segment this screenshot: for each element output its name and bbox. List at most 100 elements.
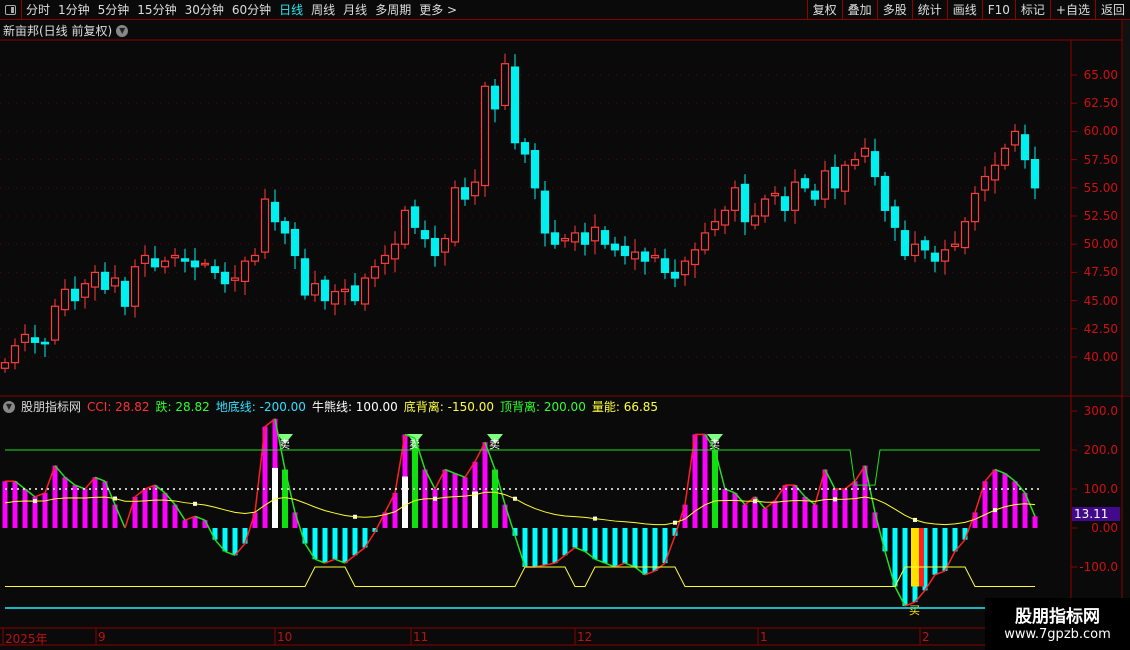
candle	[110, 277, 120, 287]
candle	[190, 260, 200, 268]
candle	[790, 181, 800, 211]
side-panel	[1123, 20, 1130, 396]
candle	[140, 254, 150, 264]
cci-bar	[562, 528, 568, 556]
cci-bar	[832, 489, 838, 528]
time-axis-label: 1	[760, 630, 768, 644]
candle	[440, 237, 450, 253]
candle	[430, 237, 440, 257]
cci-bar	[952, 528, 958, 552]
cci-bar	[12, 481, 18, 528]
watermark-title: 股朋指标网	[1015, 607, 1100, 627]
candle	[620, 245, 630, 257]
cci-bar	[762, 508, 768, 528]
candle	[550, 232, 560, 245]
cci-bar	[92, 477, 98, 528]
cci-bar	[842, 489, 848, 528]
cci-bar	[442, 469, 448, 528]
candle	[300, 258, 310, 296]
candle	[450, 187, 460, 243]
cci-bar	[572, 528, 578, 548]
price-axis-label: 62.50	[1083, 96, 1118, 111]
cci-bar	[1032, 516, 1038, 528]
candle	[0, 362, 10, 369]
cci-bar	[72, 485, 78, 528]
cci-bar	[652, 528, 658, 571]
cci-bar	[192, 516, 198, 528]
price-axis-label: 55.00	[1083, 180, 1118, 195]
cci-bar	[152, 485, 158, 528]
candle	[710, 221, 720, 231]
cci-bar	[552, 528, 558, 564]
cci-bar	[742, 504, 748, 528]
cci-bar	[142, 489, 148, 528]
candle	[980, 175, 990, 191]
candle	[650, 254, 660, 259]
candle	[970, 192, 980, 223]
candle	[640, 251, 650, 262]
candle	[410, 206, 420, 228]
price-axis-label: 65.00	[1083, 68, 1118, 82]
candle	[960, 221, 970, 249]
candle	[840, 164, 850, 192]
candle	[900, 230, 910, 257]
base-line-value: 地底线: -200.00	[215, 400, 306, 414]
candle	[610, 243, 620, 251]
price-axis-label: 50.00	[1083, 237, 1118, 252]
candle	[870, 151, 880, 178]
candle	[150, 258, 160, 268]
candle	[740, 183, 750, 223]
cci-bar	[102, 481, 108, 528]
time-axis-label: 12	[577, 630, 593, 644]
candle	[170, 254, 180, 259]
bull-line-value: 牛熊线: 100.00	[311, 400, 398, 414]
candle	[1000, 147, 1010, 166]
chevron-down-icon[interactable]: ▼	[3, 400, 15, 413]
candle	[990, 164, 1000, 181]
candle	[30, 337, 40, 343]
top-divergence-line	[5, 449, 1040, 486]
energy-value: 量能: 66.85	[591, 400, 659, 414]
cci-bar	[2, 481, 8, 528]
candle	[210, 266, 220, 274]
indicator-axis-label: -100.0	[1079, 560, 1118, 574]
candle	[560, 237, 570, 242]
candle	[940, 249, 950, 262]
indicator-axis-label: 200.0	[1083, 443, 1118, 457]
candle	[590, 226, 600, 242]
price-axis-label: 57.50	[1083, 152, 1118, 167]
candle	[260, 198, 270, 253]
cci-bar	[532, 528, 538, 567]
price-axis-label: 47.50	[1083, 265, 1118, 280]
chart-canvas: 卖卖卖卖买	[0, 20, 1130, 650]
cci-bar	[992, 469, 998, 528]
cci-bar	[62, 477, 68, 528]
candle	[380, 254, 390, 264]
candle	[420, 230, 430, 240]
candle	[510, 66, 520, 144]
candle	[750, 215, 760, 226]
candle	[830, 166, 840, 189]
cci-bar	[42, 492, 48, 528]
indicator-axis-label: 100.0	[1083, 482, 1118, 496]
cci-value: CCI: 28.82	[87, 399, 150, 414]
sell-bar	[412, 438, 418, 528]
time-axis-label: 9	[98, 630, 106, 644]
current-value-tag: 13.11	[1072, 507, 1120, 521]
candle	[370, 266, 380, 279]
cci-bar	[782, 485, 788, 528]
candle	[680, 260, 690, 276]
candle	[180, 258, 190, 262]
cci-bar	[812, 504, 818, 528]
candle	[890, 206, 900, 228]
buy-bar	[919, 528, 924, 587]
cci-bar	[1002, 473, 1008, 528]
white-bar	[402, 476, 408, 528]
candle	[20, 333, 30, 343]
cci-bar	[932, 528, 938, 575]
candle	[360, 277, 370, 305]
sell-label: 卖	[489, 438, 500, 451]
bottom-div-value: 底背离: -150.00	[403, 400, 494, 414]
cci-bar	[52, 465, 58, 528]
time-axis-label: 11	[413, 630, 429, 644]
